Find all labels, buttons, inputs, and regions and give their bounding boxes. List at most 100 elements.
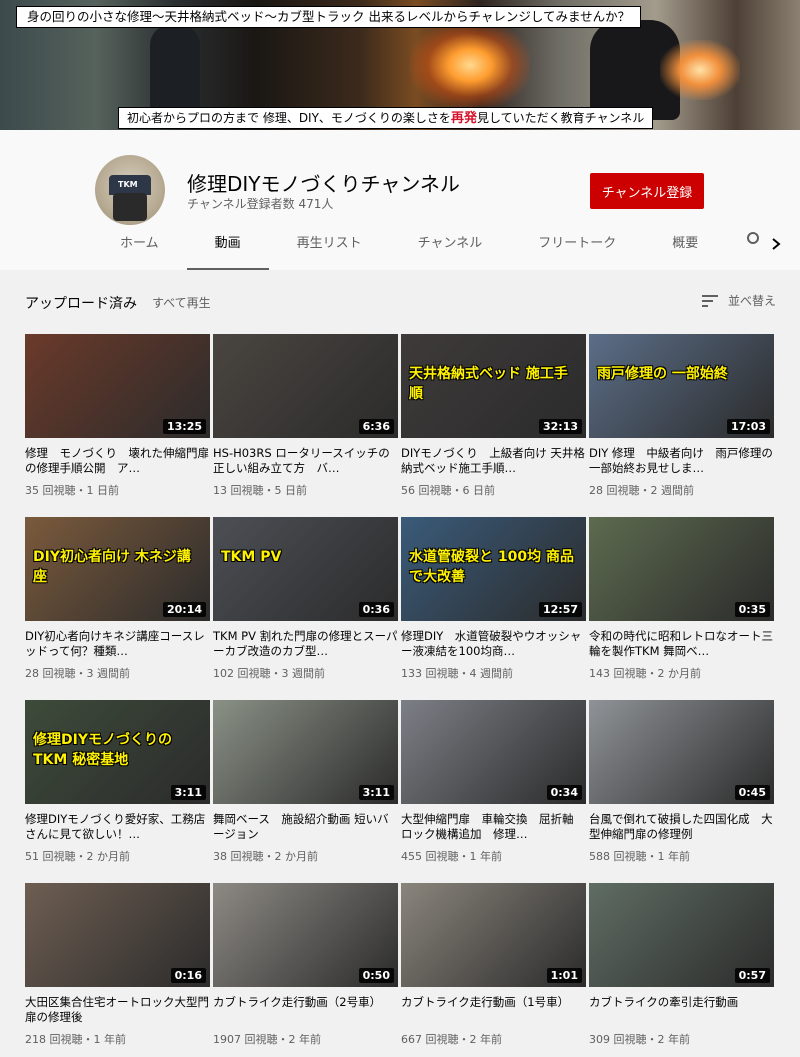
video-meta: 143 回視聴・2 か月前 (589, 667, 701, 680)
chevron-right-icon[interactable] (768, 236, 784, 252)
video-card[interactable]: 3:11 舞岡ベース 施設紹介動画 短いバージョン 38 回視聴・2 か月前 (213, 700, 398, 864)
video-duration-badge: 12:57 (538, 602, 582, 617)
video-card[interactable]: 雨戸修理の 一部始終 17:03 DIY 修理 中級者向け 雨戸修理の一部始終お見せ… (589, 334, 774, 498)
tab-free-talk[interactable]: フリートーク (510, 224, 644, 270)
video-title[interactable]: カブトライクの牽引走行動画 (589, 995, 774, 1025)
sort-label: 並べ替え (728, 294, 777, 308)
video-title[interactable]: 大田区集合住宅オートロック大型門扉の修理後 (25, 995, 210, 1025)
video-duration-badge: 0:34 (546, 785, 582, 800)
video-title[interactable]: DIY 修理 中級者向け 雨戸修理の一部始終お見せしま… (589, 446, 774, 476)
video-card[interactable]: 天井格納式ベッド 施工手順 32:13 DIYモノづくり 上級者向け 天井格納式ベッ… (401, 334, 586, 498)
avatar-cap-text: TKM (118, 180, 138, 189)
video-title[interactable]: TKM PV 割れた門扉の修理とスーパーカブ改造のカブ型… (213, 629, 398, 659)
video-meta: 667 回視聴・2 年前 (401, 1033, 502, 1046)
video-title[interactable]: HS-H03RS ロータリースイッチの正しい組み立て方 バ… (213, 446, 398, 476)
video-thumbnail[interactable]: 6:36 (213, 334, 398, 438)
avatar-mask-image (113, 193, 147, 221)
sort-icon (702, 294, 718, 308)
video-card[interactable]: TKM PV 0:36 TKM PV 割れた門扉の修理とスーパーカブ改造のカブ型… 1… (213, 517, 398, 681)
video-meta: 218 回視聴・1 年前 (25, 1033, 126, 1046)
tab-playlists[interactable]: 再生リスト (269, 224, 390, 270)
banner-caption-text-end: していただく教育チャンネル (488, 111, 645, 125)
video-duration-badge: 0:45 (734, 785, 770, 800)
video-meta: 51 回視聴・2 か月前 (25, 850, 130, 863)
video-title[interactable]: 修理 モノづくり 壊れた伸縮門扉の修理手順公開 ア… (25, 446, 210, 476)
video-card[interactable]: 水道管破裂と 100均 商品で大改善 12:57 修理DIY 水道管破裂やウオッシャ… (401, 517, 586, 681)
video-duration-badge: 13:25 (162, 419, 206, 434)
play-all-link[interactable]: すべて再生 (152, 294, 211, 311)
video-title[interactable]: 大型伸縮門扉 車輪交換 屈折軸 ロック機構追加 修理… (401, 812, 586, 842)
video-title[interactable]: 舞岡ベース 施設紹介動画 短いバージョン (213, 812, 398, 842)
video-meta: 309 回視聴・2 年前 (589, 1033, 690, 1046)
tab-home[interactable]: ホーム (92, 224, 187, 270)
video-title[interactable]: 修理DIY 水道管破裂やウオッシャー液凍結を100均商… (401, 629, 586, 659)
thumbnail-caption: 天井格納式ベッド 施工手順 (409, 366, 568, 402)
video-title[interactable]: 修理DIYモノづくり愛好家、工務店さんに見て欲しい！… (25, 812, 210, 842)
channel-banner: 身の回りの小さな修理～天井格納式ベッド～カブ型トラック 出来るレベルからチャレン… (0, 0, 800, 130)
thumbnail-caption: DIY初心者向け 木ネジ講座 (33, 549, 191, 585)
video-meta: 28 回視聴・3 週間前 (25, 667, 130, 680)
video-duration-badge: 3:11 (170, 785, 206, 800)
video-card[interactable]: DIY初心者向け 木ネジ講座 20:14 DIY初心者向けキネジ講座コースレッドって… (25, 517, 210, 681)
video-meta: 13 回視聴・5 日前 (213, 484, 307, 497)
banner-spark-image (410, 20, 530, 110)
video-thumbnail[interactable]: DIY初心者向け 木ネジ講座 20:14 (25, 517, 210, 621)
channel-name: 修理DIYモノづくりチャンネル (187, 172, 460, 196)
video-meta: 56 回視聴・6 日前 (401, 484, 495, 497)
video-card[interactable]: 修理DIYモノづくりの TKM 秘密基地 3:11 修理DIYモノづくり愛好家、工務… (25, 700, 210, 864)
video-duration-badge: 32:13 (538, 419, 582, 434)
thumbnail-caption: TKM PV (221, 549, 282, 565)
video-card[interactable]: 0:57 カブトライクの牽引走行動画 309 回視聴・2 年前 (589, 883, 774, 1047)
video-meta: 588 回視聴・1 年前 (589, 850, 690, 863)
banner-spark-image-2 (660, 40, 740, 100)
video-thumbnail[interactable]: 水道管破裂と 100均 商品で大改善 12:57 (401, 517, 586, 621)
channel-avatar[interactable]: TKM (95, 155, 165, 225)
video-thumbnail[interactable]: 0:16 (25, 883, 210, 987)
subscribe-button[interactable]: チャンネル登録 (590, 173, 704, 209)
video-thumbnail[interactable]: 0:50 (213, 883, 398, 987)
video-title[interactable]: 台風で倒れて破損した四国化成 大型伸縮門扉の修理例 (589, 812, 774, 842)
tab-videos[interactable]: 動画 (186, 224, 269, 270)
tab-about[interactable]: 概要 (644, 224, 726, 270)
video-thumbnail[interactable]: TKM PV 0:36 (213, 517, 398, 621)
sort-button[interactable]: 並べ替え (702, 292, 776, 309)
video-title[interactable]: DIYモノづくり 上級者向け 天井格納式ベッド施工手順… (401, 446, 586, 476)
video-card[interactable]: 0:16 大田区集合住宅オートロック大型門扉の修理後 218 回視聴・1 年前 (25, 883, 210, 1047)
video-thumbnail[interactable]: 修理DIYモノづくりの TKM 秘密基地 3:11 (25, 700, 210, 804)
video-thumbnail[interactable]: 3:11 (213, 700, 398, 804)
banner-top-caption: 身の回りの小さな修理～天井格納式ベッド～カブ型トラック 出来るレベルからチャレン… (16, 6, 642, 28)
video-duration-badge: 0:35 (734, 602, 770, 617)
video-thumbnail[interactable]: 13:25 (25, 334, 210, 438)
video-meta: 38 回視聴・2 か月前 (213, 850, 318, 863)
banner-bottom-caption: 初心者からプロの方まで 修理、DIY、モノづくりの楽しさを再発見していただく教育… (118, 107, 654, 129)
video-section: アップロード済み すべて再生 並べ替え 13:25 修理 モノづくり 壊れた伸縮門… (0, 270, 800, 1057)
video-title[interactable]: カブトライク走行動画（2号車） (213, 995, 398, 1025)
video-thumbnail[interactable]: 雨戸修理の 一部始終 17:03 (589, 334, 774, 438)
banner-caption-text-mid: 見 (476, 111, 489, 125)
tab-overflow-search-icon[interactable] (745, 230, 759, 260)
video-card[interactable]: 13:25 修理 モノづくり 壊れた伸縮門扉の修理手順公開 ア… 35 回視聴・1 … (25, 334, 210, 498)
video-thumbnail[interactable]: 0:35 (589, 517, 774, 621)
video-card[interactable]: 0:35 令和の時代に昭和レトロなオート三輪を製作TKM 舞岡ベ… 143 回視聴・… (589, 517, 774, 681)
video-card[interactable]: 1:01 カブトライク走行動画（1号車） 667 回視聴・2 年前 (401, 883, 586, 1047)
video-thumbnail[interactable]: 天井格納式ベッド 施工手順 32:13 (401, 334, 586, 438)
video-title[interactable]: カブトライク走行動画（1号車） (401, 995, 586, 1025)
video-card[interactable]: 6:36 HS-H03RS ロータリースイッチの正しい組み立て方 バ… 13 回視聴… (213, 334, 398, 498)
video-thumbnail[interactable]: 0:57 (589, 883, 774, 987)
video-card[interactable]: 0:34 大型伸縮門扉 車輪交換 屈折軸 ロック機構追加 修理… 455 回視聴・1… (401, 700, 586, 864)
video-duration-badge: 3:11 (358, 785, 394, 800)
video-title[interactable]: 令和の時代に昭和レトロなオート三輪を製作TKM 舞岡ベ… (589, 629, 774, 659)
video-thumbnail[interactable]: 0:34 (401, 700, 586, 804)
video-duration-badge: 17:03 (726, 419, 770, 434)
tab-channels[interactable]: チャンネル (390, 224, 511, 270)
avatar-cap-image: TKM (109, 175, 151, 195)
thumbnail-caption: 水道管破裂と 100均 商品で大改善 (409, 549, 574, 585)
video-title[interactable]: DIY初心者向けキネジ講座コースレッドって何？種類… (25, 629, 210, 659)
subscriber-count: チャンネル登録者数 471人 (187, 197, 334, 211)
thumbnail-caption: 修理DIYモノづくりの TKM 秘密基地 (33, 732, 172, 768)
thumbnail-caption: 雨戸修理の 一部始終 (597, 366, 728, 382)
video-card[interactable]: 0:50 カブトライク走行動画（2号車） 1907 回視聴・2 年前 (213, 883, 398, 1047)
video-card[interactable]: 0:45 台風で倒れて破損した四国化成 大型伸縮門扉の修理例 588 回視聴・1 年… (589, 700, 774, 864)
video-thumbnail[interactable]: 1:01 (401, 883, 586, 987)
video-thumbnail[interactable]: 0:45 (589, 700, 774, 804)
